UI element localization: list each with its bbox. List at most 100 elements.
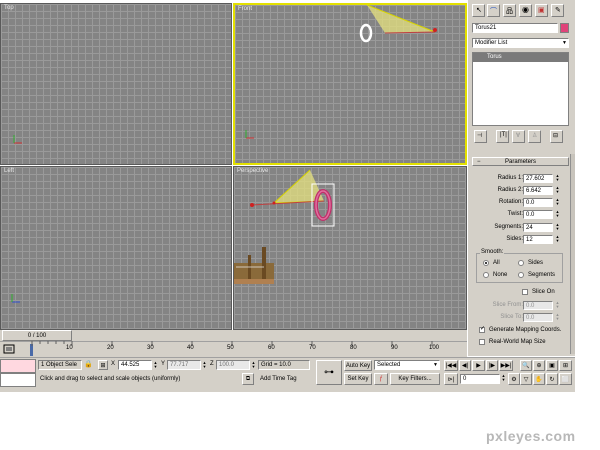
spinner-icon[interactable]: ▲ ▼ xyxy=(555,223,560,231)
spinner-icon[interactable]: ▲ ▼ xyxy=(555,186,560,194)
object-name-field[interactable]: Torus21 xyxy=(472,23,558,33)
smooth-all-label[interactable]: All xyxy=(493,260,500,266)
param-field-segments[interactable]: 24 xyxy=(523,223,553,232)
timeline-tick: 30 xyxy=(147,345,154,351)
viewport-top[interactable]: Top xyxy=(0,3,232,165)
viewport-front[interactable]: Front xyxy=(233,3,467,165)
track-bar-icon[interactable] xyxy=(2,343,16,356)
auto-key-button[interactable]: Auto Key xyxy=(344,360,372,371)
param-field-sides[interactable]: 12 xyxy=(523,235,553,244)
utilities-tab-icon[interactable]: ✎ xyxy=(551,4,564,17)
field-of-view-icon[interactable]: ▽ xyxy=(520,373,532,385)
spinner-icon[interactable]: ▲ ▼ xyxy=(202,361,207,369)
modifier-list-dropdown[interactable]: Modifier List ▼ xyxy=(472,38,569,48)
key-filters-button[interactable]: Key Filters... xyxy=(390,373,440,385)
motion-tab-icon[interactable]: ◉ xyxy=(519,4,532,17)
perspective-scene xyxy=(234,169,335,284)
play-icon[interactable]: ▶ xyxy=(472,360,485,371)
add-time-tag-label[interactable]: Add Time Tag xyxy=(260,376,297,382)
key-mode-toggle-icon[interactable]: ⊳| xyxy=(444,373,458,385)
track-bar-ruler xyxy=(31,341,433,346)
next-frame-icon[interactable]: |▶ xyxy=(486,360,498,371)
slice-from-field[interactable]: 0.0 xyxy=(523,301,553,310)
smooth-label: Smooth: xyxy=(480,249,505,255)
smooth-sides-radio[interactable] xyxy=(518,260,524,266)
default-in-out-tangents-icon[interactable]: ƒ xyxy=(374,373,388,385)
param-label-radius1: Radius 1: xyxy=(497,175,523,181)
spinner-icon[interactable]: ▲ ▼ xyxy=(555,313,560,321)
maxscript-output[interactable] xyxy=(0,373,36,387)
pan-icon[interactable]: ✋ xyxy=(533,373,545,385)
z-coordinate-field[interactable]: 100.0 xyxy=(216,360,250,370)
spinner-icon[interactable]: ▲ ▼ xyxy=(153,361,158,369)
selection-set-dropdown[interactable]: Selected ▼ xyxy=(374,360,440,370)
gen-mapping-label[interactable]: Generate Mapping Coords. xyxy=(489,327,561,333)
modify-tab-icon[interactable]: ⌒ xyxy=(487,4,500,17)
object-color-swatch[interactable] xyxy=(560,23,569,33)
time-slider-thumb[interactable]: 0 / 100 xyxy=(2,330,72,341)
display-tab-icon[interactable]: ▣ xyxy=(535,4,548,17)
smooth-sides-label[interactable]: Sides xyxy=(528,260,543,266)
go-to-start-icon[interactable]: |◀◀ xyxy=(444,360,458,371)
zoom-extents-icon[interactable]: ▣ xyxy=(546,360,558,371)
set-key-button[interactable]: Set Key xyxy=(344,373,372,385)
smooth-segments-label[interactable]: Segments xyxy=(528,272,555,278)
show-end-result-icon[interactable]: |T| xyxy=(496,130,509,143)
smooth-segments-radio[interactable] xyxy=(518,272,524,278)
maxscript-listener[interactable] xyxy=(0,359,36,373)
previous-frame-icon[interactable]: ◀| xyxy=(459,360,471,371)
time-configuration-icon[interactable]: ⚙ xyxy=(508,373,520,385)
spinner-icon[interactable]: ▲ ▼ xyxy=(555,174,560,182)
gen-mapping-checkbox[interactable]: ✓ xyxy=(479,326,485,333)
zoom-icon[interactable]: 🔍 xyxy=(520,360,532,371)
spinner-icon[interactable]: ▲ ▼ xyxy=(555,235,560,243)
add-time-tag-button[interactable]: ⧉ xyxy=(242,373,254,385)
param-field-twist[interactable]: 0.0 xyxy=(523,210,553,219)
smooth-none-label[interactable]: None xyxy=(493,272,507,278)
smooth-none-radio[interactable] xyxy=(483,272,489,278)
absolute-mode-icon[interactable]: ⊞ xyxy=(98,360,108,370)
pin-stack-icon[interactable]: ⊣ xyxy=(474,130,487,143)
viewport-left[interactable]: Left xyxy=(0,166,232,330)
lock-selection-icon[interactable]: 🔒 xyxy=(84,360,93,368)
zoom-all-icon[interactable]: ⊕ xyxy=(533,360,545,371)
spinner-icon[interactable]: ▲ ▼ xyxy=(555,198,560,206)
y-coordinate-field[interactable]: 77.717 xyxy=(167,360,201,370)
viewport-label-top[interactable]: Top xyxy=(4,5,14,11)
slice-to-field[interactable]: 0.0 xyxy=(523,313,553,322)
spinner-icon[interactable]: ▲ ▼ xyxy=(555,301,560,309)
zoom-extents-all-icon[interactable]: ⊞ xyxy=(559,360,572,371)
key-mode-button[interactable]: ⊶ xyxy=(316,360,342,385)
chair-object xyxy=(234,247,274,284)
create-tab-icon[interactable]: ↖ xyxy=(472,4,485,17)
make-unique-icon[interactable]: ∀ xyxy=(512,130,525,143)
param-field-rotation[interactable]: 0.0 xyxy=(523,198,553,207)
slice-on-label[interactable]: Slice On xyxy=(532,289,555,295)
configure-modifier-sets-icon[interactable]: ⊟ xyxy=(550,130,563,143)
modifier-stack[interactable]: Torus xyxy=(472,52,569,126)
param-field-radius1[interactable]: 27.602 xyxy=(523,174,553,183)
real-world-checkbox[interactable] xyxy=(479,339,485,345)
selection-set-value: Selected xyxy=(377,362,401,368)
spinner-icon[interactable]: ▲ ▼ xyxy=(501,374,506,382)
arc-rotate-icon[interactable]: ↻ xyxy=(546,373,558,385)
watermark: pxleyes.com xyxy=(486,428,576,444)
hierarchy-tab-icon[interactable]: 品 xyxy=(503,4,516,17)
time-slider-bar[interactable]: 0 / 100 xyxy=(0,330,467,341)
current-frame-field[interactable]: 0 xyxy=(460,374,500,384)
param-label-twist: Twist: xyxy=(507,211,523,217)
viewport-label-left[interactable]: Left xyxy=(4,168,14,174)
viewport-perspective[interactable]: Perspective xyxy=(233,166,467,330)
real-world-label[interactable]: Real-World Map Size xyxy=(489,339,546,345)
remove-modifier-icon[interactable]: ♙ xyxy=(528,130,541,143)
stack-item-torus[interactable]: Torus xyxy=(473,53,568,62)
smooth-all-radio[interactable] xyxy=(483,260,489,266)
spinner-icon[interactable]: ▲ ▼ xyxy=(555,210,560,218)
spinner-icon[interactable]: ▲ ▼ xyxy=(251,361,256,369)
maximize-viewport-icon[interactable]: ⬜ xyxy=(559,373,572,385)
param-field-radius2[interactable]: 6.642 xyxy=(523,186,553,195)
go-to-end-icon[interactable]: ▶▶| xyxy=(499,360,513,371)
slice-on-checkbox[interactable] xyxy=(522,289,528,295)
x-coordinate-field[interactable]: 44.525 xyxy=(118,360,152,370)
parameters-rollout-header[interactable]: − Parameters xyxy=(472,157,569,166)
